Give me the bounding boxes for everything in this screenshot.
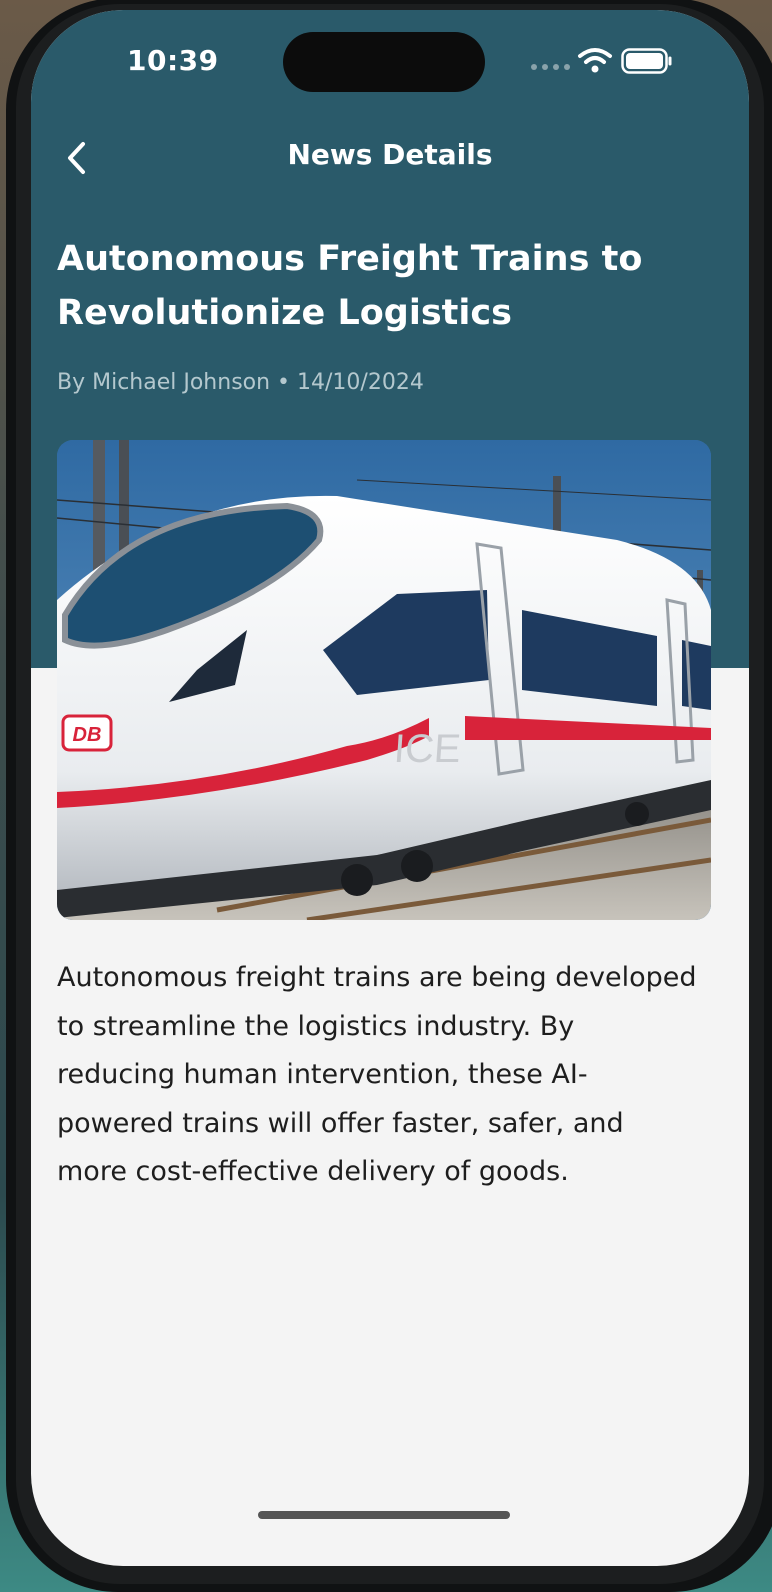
article-title: Autonomous Freight Trains to Revolutioni… <box>57 239 643 333</box>
article-meta: By Michael Johnson • 14/10/2024 <box>57 370 424 395</box>
db-logo: DB <box>73 724 102 746</box>
app-screen: 10:39 News Details Autonomous Freight Tr… <box>31 10 749 1566</box>
ice-lettering: ICE <box>393 727 463 771</box>
signal-dots-icon <box>531 64 570 70</box>
article-image: DB ICE <box>57 440 711 920</box>
battery-icon <box>621 48 672 74</box>
dynamic-island <box>283 32 485 92</box>
article-body: Autonomous freight trains are being deve… <box>57 962 697 1187</box>
status-time: 10:39 <box>127 44 219 77</box>
home-indicator[interactable] <box>258 1511 510 1519</box>
back-button[interactable] <box>55 136 99 180</box>
wifi-icon <box>578 48 612 73</box>
page-title: News Details <box>287 138 493 171</box>
train-illustration: DB ICE <box>57 440 711 920</box>
chevron-left-icon <box>68 142 85 174</box>
navigation-bar: News Details <box>31 128 749 184</box>
status-bar: 10:39 <box>31 10 749 120</box>
